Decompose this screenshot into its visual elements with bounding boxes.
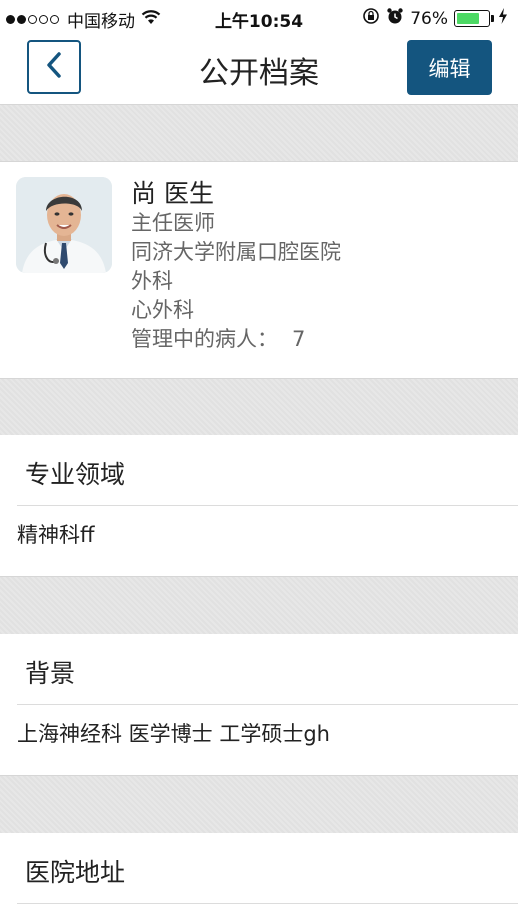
doctor-name: 尚 医生: [131, 179, 214, 208]
section-hospital-address: 医院地址: [0, 833, 518, 920]
patients-label: 管理中的病人：: [131, 327, 278, 351]
separator-band: [0, 105, 518, 162]
section-specialty: 专业领域 精神科ff: [0, 435, 518, 575]
separator-band: [0, 378, 518, 436]
doctor-subdepartment: 心外科: [131, 298, 194, 322]
patients-count: 7: [292, 327, 306, 351]
battery-icon: [454, 10, 490, 27]
section-title: 医院地址: [25, 858, 126, 887]
doctor-hospital: 同济大学附属口腔医院: [131, 240, 341, 264]
separator-band: [0, 775, 518, 834]
doctor-department: 外科: [131, 269, 173, 293]
profile-card[interactable]: 尚 医生 主任医师 同济大学附属口腔医院 外科 心外科 管理中的病人： 7: [0, 162, 518, 377]
separator-band: [0, 576, 518, 635]
status-bar: 中国移动 上午10:54 76%: [0, 0, 518, 34]
section-divider: [17, 704, 518, 705]
alarm-clock-icon: [386, 7, 404, 30]
rotation-lock-icon: [362, 7, 380, 30]
edit-button[interactable]: 编辑: [407, 40, 492, 95]
section-title: 专业领域: [25, 460, 126, 489]
battery-tip: [491, 15, 494, 22]
patients-row: 管理中的病人： 7: [131, 325, 341, 354]
battery-percent: 76%: [410, 8, 448, 29]
section-body: 上海神经科 医学博士 工学硕士gh: [17, 722, 330, 746]
section-background: 背景 上海神经科 医学博士 工学硕士gh: [0, 634, 518, 774]
section-body: 精神科ff: [17, 523, 95, 547]
section-divider: [17, 505, 518, 506]
charging-bolt-icon: [498, 8, 508, 29]
doctor-title: 主任医师: [131, 211, 215, 235]
section-divider: [17, 903, 518, 904]
battery-fill: [457, 13, 479, 24]
nav-bar: 公开档案 编辑: [0, 34, 518, 105]
avatar: [16, 177, 112, 273]
section-title: 背景: [25, 659, 76, 688]
status-right: 76%: [362, 7, 508, 30]
profile-info: 尚 医生 主任医师 同济大学附属口腔医院 外科 心外科 管理中的病人： 7: [131, 179, 341, 354]
